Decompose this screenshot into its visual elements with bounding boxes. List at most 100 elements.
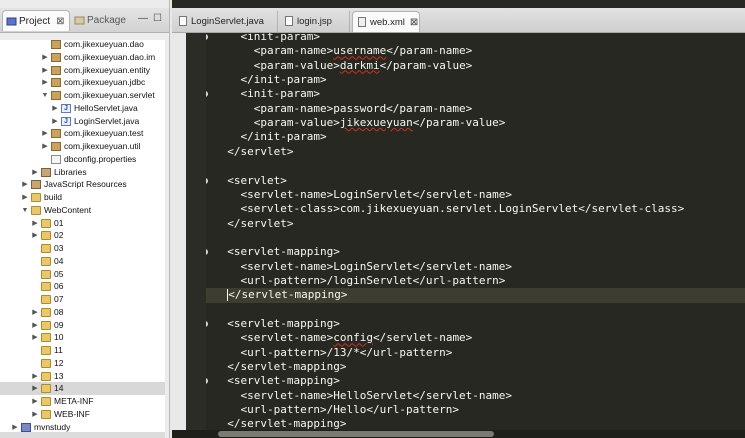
folder-icon [41, 333, 51, 343]
tree-item[interactable]: ▶ 09 [0, 319, 165, 332]
scrollbar-thumb[interactable] [218, 431, 494, 437]
code-line[interactable]: <url-pattern>/13/*</url-pattern> [206, 346, 745, 360]
code-line[interactable]: <servlet-name>LoginServlet</servlet-name… [206, 188, 745, 202]
minimize-icon[interactable]: — [138, 13, 148, 24]
expand-right-icon[interactable]: ▶ [31, 382, 39, 395]
code-line[interactable]: <servlet> [206, 174, 745, 188]
tree-item[interactable]: ▶ 08 [0, 306, 165, 319]
editor-horizontal-scrollbar[interactable] [172, 430, 745, 438]
tab-editor-file[interactable]: login.jsp [280, 11, 350, 32]
tree-horizontal-scrollbar[interactable] [0, 432, 165, 438]
code-line[interactable]: <servlet-mapping> [206, 245, 745, 259]
code-line[interactable]: <param-value>darkmi</param-value> [206, 59, 745, 73]
tree-item[interactable]: ▶ 02 [0, 229, 165, 242]
close-icon[interactable]: ⊠ [410, 17, 418, 28]
tree-item[interactable]: ▶ JavaScript Resources [0, 178, 165, 191]
package-icon [51, 78, 61, 88]
tree-item[interactable]: com.jikexueyuan.dao [0, 40, 165, 51]
code-line[interactable]: </servlet-mapping> [206, 288, 745, 303]
code-line[interactable]: <init-param> [206, 33, 745, 44]
tab-project[interactable]: Project ⊠ [2, 10, 70, 31]
editor-tab-bar: LoginServlet.java login.jsp web.xml ⊠ [172, 8, 745, 33]
expand-right-icon[interactable]: ▶ [11, 421, 19, 433]
code-line[interactable] [206, 303, 745, 317]
code-line[interactable]: </servlet-mapping> [206, 417, 745, 430]
tree-item[interactable]: 12 [0, 357, 165, 370]
expand-right-icon[interactable]: ▶ [41, 127, 49, 140]
expand-right-icon[interactable]: ▶ [41, 140, 49, 153]
code-line[interactable]: </servlet-mapping> [206, 360, 745, 374]
tab-editor-file[interactable]: LoginServlet.java [174, 11, 278, 32]
code-line[interactable] [206, 159, 745, 173]
tree-item[interactable]: ▶ LoginServlet.java [0, 115, 165, 128]
tab-editor-file[interactable]: web.xml ⊠ [352, 11, 420, 32]
tree-item[interactable]: ▶ HelloServlet.java [0, 102, 165, 115]
code-area[interactable]: 11 <init-param>12 <param-name>username</… [206, 33, 745, 430]
expand-right-icon[interactable]: ▶ [51, 102, 59, 115]
tree-item[interactable]: 05 [0, 268, 165, 281]
tree-item[interactable]: ▼ com.jikexueyuan.servlet [0, 89, 165, 102]
tree-item[interactable]: ▶ META-INF [0, 395, 165, 408]
code-line[interactable]: <param-name>password</param-name> [206, 102, 745, 116]
tree-item[interactable]: dbconfig.properties [0, 153, 165, 166]
expand-right-icon[interactable]: ▶ [41, 51, 49, 64]
expand-right-icon[interactable]: ▶ [41, 64, 49, 77]
code-line[interactable]: </init-param> [206, 130, 745, 144]
code-line[interactable]: <servlet-name>LoginServlet</servlet-name… [206, 260, 745, 274]
tree-item[interactable]: ▼ WebContent [0, 204, 165, 217]
expand-right-icon[interactable]: ▶ [31, 331, 39, 344]
tab-package[interactable]: Package [74, 10, 126, 31]
tree-item[interactable]: ▶ com.jikexueyuan.dao.im [0, 51, 165, 64]
expand-right-icon[interactable]: ▶ [21, 178, 29, 191]
expand-right-icon[interactable]: ▶ [31, 370, 39, 383]
close-icon[interactable]: ⊠ [56, 16, 64, 27]
code-line[interactable]: </servlet> [206, 217, 745, 231]
code-line[interactable]: <servlet-name>config</servlet-name> [206, 331, 745, 345]
code-line[interactable] [206, 231, 745, 245]
expand-right-icon[interactable]: ▶ [31, 319, 39, 332]
code-line[interactable]: <servlet-class>com.jikexueyuan.servlet.L… [206, 202, 745, 216]
code-line[interactable]: </servlet> [206, 145, 745, 159]
expand-right-icon[interactable]: ▶ [41, 76, 49, 89]
tree-item[interactable]: ▶ WEB-INF [0, 408, 165, 421]
java-file-icon [179, 16, 187, 27]
tree-item[interactable]: ▶ com.jikexueyuan.test [0, 127, 165, 140]
code-line[interactable]: <url-pattern>/loginServlet</url-pattern> [206, 274, 745, 288]
code-line[interactable]: <param-value>jikexueyuan</param-value> [206, 116, 745, 130]
expand-right-icon[interactable]: ▶ [31, 408, 39, 421]
expand-down-icon[interactable]: ▼ [41, 89, 49, 102]
code-line[interactable]: </init-param> [206, 73, 745, 87]
tree-item[interactable]: ▶ com.jikexueyuan.entity [0, 64, 165, 77]
expand-right-icon[interactable]: ▶ [21, 191, 29, 204]
tree-item[interactable]: ▶ 14 [0, 382, 165, 396]
tree-item[interactable]: ▶ com.jikexueyuan.util [0, 140, 165, 153]
expand-right-icon[interactable]: ▶ [31, 229, 39, 242]
tree-item[interactable]: ▶ mvnstudy [0, 421, 165, 433]
maximize-icon[interactable]: ☐ [153, 13, 162, 24]
tree-item[interactable]: ▶ com.jikexueyuan.jdbc [0, 76, 165, 89]
tree-item[interactable]: ▶ 10 [0, 331, 165, 344]
expand-right-icon[interactable]: ▶ [31, 306, 39, 319]
tree-item[interactable]: 11 [0, 344, 165, 357]
tree-item-label: 06 [54, 281, 64, 292]
expand-right-icon[interactable]: ▶ [31, 166, 39, 179]
code-line[interactable]: <param-name>username</param-name> [206, 44, 745, 58]
code-line[interactable]: <url-pattern>/Hello</url-pattern> [206, 403, 745, 417]
tree-item[interactable]: 07 [0, 293, 165, 306]
code-line[interactable]: <servlet-name>HelloServlet</servlet-name… [206, 389, 745, 403]
expand-right-icon[interactable]: ▶ [31, 395, 39, 408]
tree-item[interactable]: ▶ 13 [0, 370, 165, 383]
tree-item[interactable]: 04 [0, 255, 165, 268]
code-line[interactable]: <servlet-mapping> [206, 374, 745, 388]
expand-down-icon[interactable]: ▼ [21, 204, 29, 217]
tree-item-label: HelloServlet.java [74, 102, 138, 113]
expand-right-icon[interactable]: ▶ [51, 115, 59, 128]
tree-item[interactable]: 03 [0, 242, 165, 255]
code-line[interactable]: <servlet-mapping> [206, 317, 745, 331]
tree-item[interactable]: ▶ Libraries [0, 166, 165, 179]
tree-item[interactable]: 06 [0, 280, 165, 293]
code-line[interactable]: <init-param> [206, 87, 745, 101]
expand-right-icon[interactable]: ▶ [31, 217, 39, 230]
tree-item[interactable]: ▶ 01 [0, 217, 165, 230]
tree-item[interactable]: ▶ build [0, 191, 165, 204]
